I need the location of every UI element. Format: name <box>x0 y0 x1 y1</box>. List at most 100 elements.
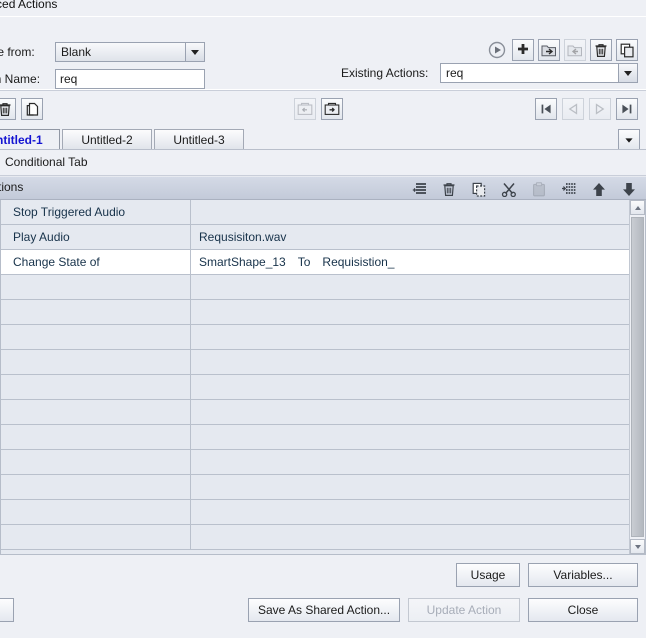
param-object[interactable]: SmartShape_13 <box>199 255 286 269</box>
params-cell[interactable]: Requsisiton.wav <box>191 225 629 249</box>
param-value: Requsisiton.wav <box>199 230 287 244</box>
chevron-down-icon[interactable] <box>618 129 640 151</box>
params-cell[interactable] <box>191 475 629 499</box>
params-cell[interactable] <box>191 325 629 349</box>
action-cell[interactable] <box>1 525 191 549</box>
params-cell[interactable] <box>191 450 629 474</box>
next-tab-icon[interactable] <box>589 98 611 120</box>
add-action-icon[interactable] <box>512 39 534 61</box>
move-up-icon[interactable] <box>588 178 610 200</box>
import-action-icon[interactable] <box>564 39 586 61</box>
table-row[interactable] <box>1 425 629 450</box>
tab-toolbar-left <box>0 98 43 120</box>
save-as-shared-action-button[interactable]: Save As Shared Action... <box>248 598 400 622</box>
cut-row-icon[interactable] <box>498 178 520 200</box>
action-cell[interactable] <box>1 325 191 349</box>
action-name-input[interactable]: req <box>55 69 205 89</box>
tab-label: Untitled-2 <box>81 133 133 147</box>
existing-actions-label: Existing Actions: <box>341 66 429 80</box>
action-cell[interactable] <box>1 450 191 474</box>
move-down-icon[interactable] <box>618 178 640 200</box>
table-row[interactable] <box>1 475 629 500</box>
table-row[interactable] <box>1 325 629 350</box>
insert-row-icon[interactable] <box>558 178 580 200</box>
table-vertical-scrollbar[interactable] <box>629 200 645 554</box>
action-cell[interactable]: Stop Triggered Audio <box>1 200 191 224</box>
action-name-label: Action Name: <box>0 72 41 86</box>
actions-header-label: Actions <box>0 180 24 194</box>
table-row[interactable] <box>1 400 629 425</box>
action-cell[interactable] <box>1 400 191 424</box>
tab-untitled-3[interactable]: Untitled-3 <box>154 129 244 150</box>
usage-button[interactable]: Usage <box>456 563 520 587</box>
chevron-down-icon[interactable] <box>185 43 204 61</box>
copy-row-icon[interactable] <box>468 178 490 200</box>
table-row[interactable]: Play Audio Requsisiton.wav <box>1 225 629 250</box>
chevron-down-icon[interactable] <box>618 64 637 82</box>
existing-actions-value: req <box>441 64 618 82</box>
delete-tab-icon[interactable] <box>0 98 16 120</box>
paste-row-icon[interactable] <box>528 178 550 200</box>
close-button[interactable]: Close <box>528 598 638 622</box>
variables-button[interactable]: Variables... <box>528 563 638 587</box>
action-cell[interactable] <box>1 350 191 374</box>
last-tab-icon[interactable] <box>616 98 638 120</box>
duplicate-action-icon[interactable] <box>616 39 638 61</box>
add-decision-icon[interactable] <box>321 98 343 120</box>
action-cell[interactable] <box>1 475 191 499</box>
tab-untitled-2[interactable]: Untitled-2 <box>62 129 152 150</box>
tab-list: Untitled-1 Untitled-2 Untitled-3 <box>0 127 246 150</box>
delete-row-icon[interactable] <box>438 178 460 200</box>
action-cell[interactable] <box>1 500 191 524</box>
action-cell[interactable] <box>1 375 191 399</box>
tab-untitled-1[interactable]: Untitled-1 <box>0 129 60 150</box>
params-cell[interactable] <box>191 300 629 324</box>
params-cell[interactable] <box>191 525 629 549</box>
more-options-button[interactable]: ... <box>0 598 15 622</box>
tab-toolbar-middle <box>294 98 343 120</box>
action-cell[interactable]: Change State of <box>1 250 191 274</box>
dialog-titlebar: Advanced Actions <box>0 0 646 16</box>
table-row[interactable] <box>1 525 629 550</box>
duplicate-tab-icon[interactable] <box>21 98 43 120</box>
params-cell[interactable] <box>191 275 629 299</box>
table-row[interactable]: Stop Triggered Audio <box>1 200 629 225</box>
tab-label: Untitled-3 <box>173 133 225 147</box>
table-row[interactable] <box>1 350 629 375</box>
params-cell[interactable] <box>191 375 629 399</box>
create-from-dropdown[interactable]: Blank <box>55 42 205 62</box>
params-cell[interactable] <box>191 425 629 449</box>
table-row[interactable] <box>1 500 629 525</box>
param-state[interactable]: Requisistion_ <box>322 255 394 269</box>
header-panel: Create from: Blank Action Name: req Exis… <box>0 16 646 91</box>
params-cell[interactable] <box>191 400 629 424</box>
table-row[interactable]: Change State of SmartShape_13 To Requisi… <box>1 250 629 275</box>
params-cell[interactable] <box>191 200 629 224</box>
table-row[interactable] <box>1 450 629 475</box>
table-row[interactable] <box>1 300 629 325</box>
action-cell[interactable]: Play Audio <box>1 225 191 249</box>
table-row[interactable] <box>1 275 629 300</box>
params-cell[interactable] <box>191 500 629 524</box>
remove-decision-icon[interactable] <box>294 98 316 120</box>
add-row-icon[interactable] <box>408 178 430 200</box>
delete-action-icon[interactable] <box>590 39 612 61</box>
params-cell[interactable] <box>191 350 629 374</box>
first-tab-icon[interactable] <box>535 98 557 120</box>
action-cell[interactable] <box>1 300 191 324</box>
scroll-down-icon[interactable] <box>630 539 645 554</box>
preview-action-icon[interactable] <box>486 39 508 61</box>
tab-strip: Untitled-1 Untitled-2 Untitled-3 <box>0 127 646 151</box>
previous-tab-icon[interactable] <box>562 98 584 120</box>
table-row[interactable] <box>1 375 629 400</box>
scrollbar-thumb[interactable] <box>631 217 644 537</box>
actions-header-toolbar <box>408 178 640 200</box>
action-cell[interactable] <box>1 275 191 299</box>
scroll-up-icon[interactable] <box>630 200 645 215</box>
existing-actions-dropdown[interactable]: req <box>440 63 638 83</box>
params-cell[interactable]: SmartShape_13 To Requisistion_ <box>191 250 629 274</box>
param-connector: To <box>297 255 311 269</box>
action-cell[interactable] <box>1 425 191 449</box>
export-action-icon[interactable] <box>538 39 560 61</box>
update-action-button: Update Action <box>408 598 520 622</box>
